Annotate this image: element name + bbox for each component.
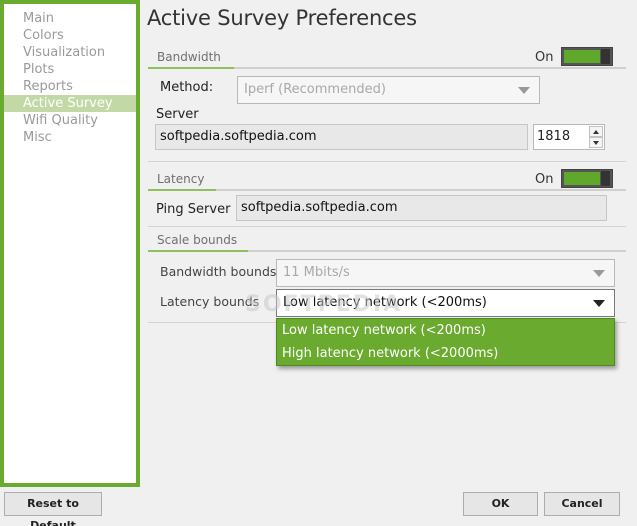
chevron-down-icon — [593, 300, 605, 307]
ping-server-input[interactable]: softpedia.softpedia.com — [236, 195, 607, 221]
method-select-value: Iperf (Recommended) — [244, 82, 386, 97]
sidebar-item-reports[interactable]: Reports — [4, 78, 136, 95]
sidebar-item-plots[interactable]: Plots — [4, 61, 136, 78]
bandwidth-toggle-label: On — [535, 50, 554, 65]
bandwidth-bounds-value: 11 Mbits/s — [283, 265, 350, 280]
bandwidth-bounds-select[interactable]: 11 Mbits/s — [276, 259, 615, 287]
latency-bounds-select[interactable]: Low latency network (<200ms) — [276, 289, 615, 317]
ok-button[interactable]: OK — [463, 492, 538, 516]
scale-bounds-section-label: Scale bounds — [157, 233, 238, 247]
dialog-footer: Reset to Default OK Cancel — [0, 487, 637, 526]
dropdown-option-high-latency[interactable]: High latency network (<2000ms) — [277, 342, 614, 365]
page-title: Active Survey Preferences — [147, 6, 417, 30]
scale-bounds-section-header: Scale bounds — [148, 230, 626, 252]
bandwidth-bounds-label: Bandwidth bounds — [160, 264, 277, 279]
ping-server-label: Ping Server — [156, 202, 231, 217]
sidebar-item-colors[interactable]: Colors — [4, 27, 136, 44]
latency-bounds-dropdown-list: Low latency network (<200ms) High latenc… — [276, 318, 615, 366]
port-stepper[interactable]: 1818 — [533, 124, 605, 150]
sidebar-item-main[interactable]: Main — [4, 10, 136, 27]
sidebar-item-misc[interactable]: Misc — [4, 129, 136, 146]
bandwidth-divider — [148, 161, 626, 162]
bandwidth-section-header: Bandwidth — [148, 47, 626, 69]
latency-toggle-label: On — [535, 172, 554, 187]
latency-toggle-fill — [564, 172, 600, 185]
latency-section-header: Latency — [148, 169, 626, 191]
bandwidth-toggle-knob — [601, 49, 610, 64]
bandwidth-section-accent — [148, 67, 234, 69]
method-select[interactable]: Iperf (Recommended) — [237, 76, 540, 104]
latency-section-accent — [148, 189, 216, 191]
dropdown-option-low-latency[interactable]: Low latency network (<200ms) — [277, 319, 614, 342]
chevron-down-icon — [518, 87, 530, 94]
port-decrement-button[interactable] — [589, 137, 603, 148]
method-label: Method: — [160, 80, 214, 95]
latency-section-label: Latency — [157, 172, 205, 186]
port-value: 1818 — [537, 129, 571, 144]
arrow-down-icon — [593, 141, 599, 145]
latency-bounds-value: Low latency network (<200ms) — [283, 295, 487, 310]
latency-toggle-knob — [601, 171, 610, 186]
sidebar-item-active-survey[interactable]: Active Survey — [4, 95, 136, 112]
server-label: Server — [156, 107, 199, 122]
latency-bounds-label: Latency bounds — [160, 294, 260, 309]
sidebar-nav: Main Colors Visualization Plots Reports … — [0, 0, 140, 487]
bandwidth-toggle[interactable] — [561, 47, 613, 66]
bandwidth-toggle-fill — [564, 50, 600, 63]
cancel-button[interactable]: Cancel — [544, 492, 620, 516]
preferences-panel: Active Survey Preferences Bandwidth On M… — [140, 0, 637, 487]
sidebar-item-wifi-quality[interactable]: Wifi Quality — [4, 112, 136, 129]
server-input[interactable]: softpedia.softpedia.com — [155, 124, 528, 150]
latency-toggle[interactable] — [561, 169, 613, 188]
latency-divider — [148, 226, 626, 227]
arrow-up-icon — [593, 130, 599, 134]
port-increment-button[interactable] — [589, 126, 603, 137]
scale-bounds-section-accent — [148, 250, 248, 252]
reset-to-default-button[interactable]: Reset to Default — [4, 492, 102, 526]
sidebar-item-visualization[interactable]: Visualization — [4, 44, 136, 61]
chevron-down-icon — [593, 270, 605, 277]
bandwidth-section-label: Bandwidth — [157, 50, 221, 64]
